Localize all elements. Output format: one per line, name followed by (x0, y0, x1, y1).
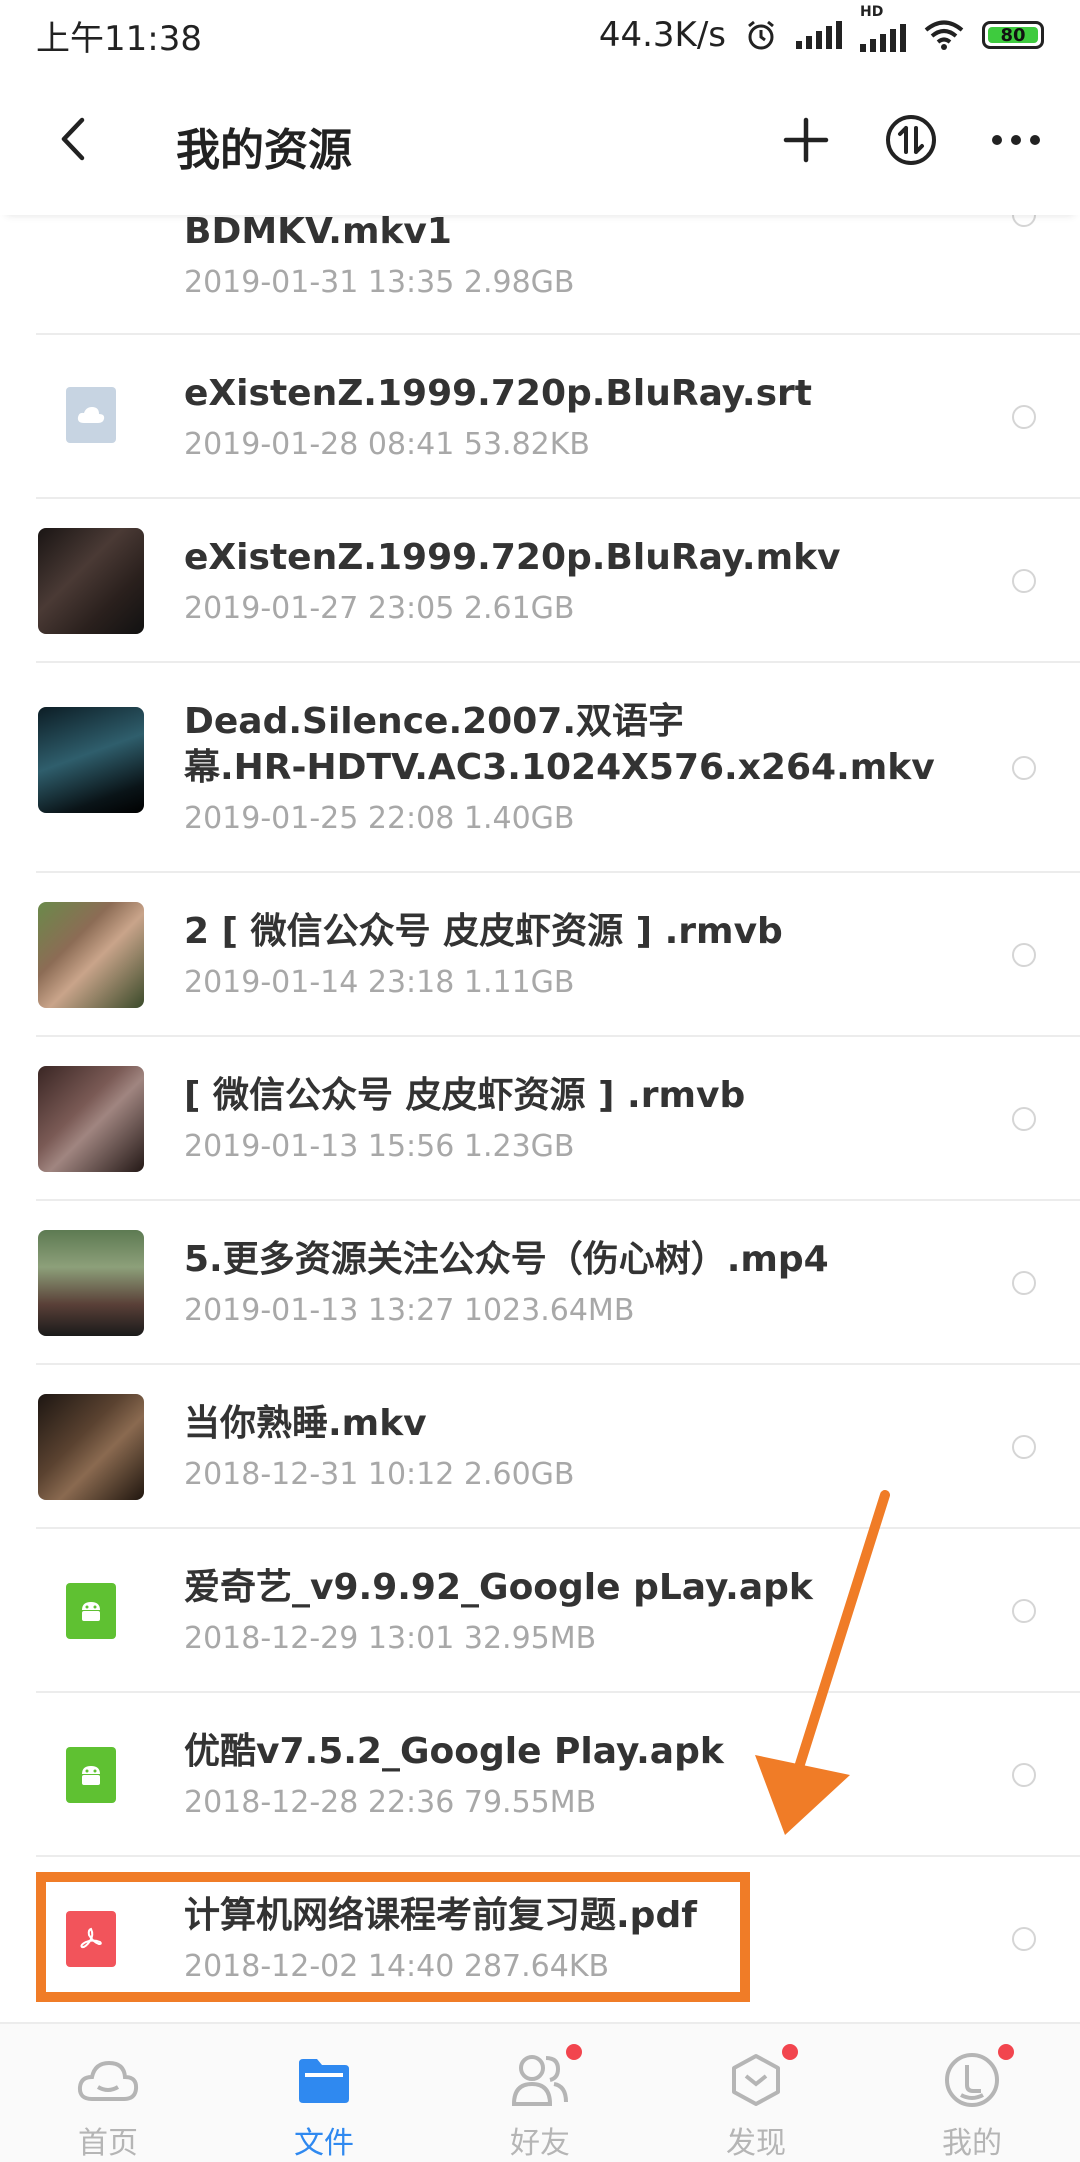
battery-level: 80 (1000, 24, 1026, 46)
file-meta: 2018-12-29 13:01 32.95MB (184, 1621, 597, 1656)
status-bar: 上午11:38 44.3K/s HD 80 (0, 0, 1080, 70)
nav-home[interactable]: 首页 (0, 2024, 216, 2162)
file-row[interactable]: eXistenZ.1999.720p.BluRay.mkv 2019-01-27… (36, 499, 1080, 663)
more-button[interactable] (986, 110, 1046, 170)
file-row[interactable]: 2 [ 微信公众号 皮皮虾资源 ] .rmvb 2019-01-14 23:18… (36, 873, 1080, 1037)
file-row[interactable]: 优酷v7.5.2_Google Play.apk 2018-12-28 22:3… (36, 1693, 1080, 1857)
file-meta: 2019-01-31 13:35 2.98GB (184, 265, 575, 300)
more-dots-icon (992, 135, 1040, 145)
folder-icon (292, 2050, 356, 2110)
nav-label: 发现 (726, 2126, 786, 2161)
nav-profile[interactable]: 我的 (864, 2024, 1080, 2162)
select-radio[interactable] (1012, 1763, 1036, 1787)
profile-icon (940, 2044, 1014, 2110)
nav-files[interactable]: 文件 (216, 2024, 432, 2162)
select-radio[interactable] (1012, 1271, 1036, 1295)
status-indicators: 44.3K/s HD 80 (598, 4, 1044, 55)
video-thumbnail (38, 902, 144, 1008)
file-name: 2 [ 微信公众号 皮皮虾资源 ] .rmvb (184, 911, 783, 952)
app-header: 我的资源 (0, 70, 1080, 215)
file-meta: 2019-01-13 13:27 1023.64MB (184, 1293, 635, 1328)
file-row[interactable]: BDMKV.mkv1 2019-01-31 13:35 2.98GB (36, 203, 1080, 335)
discover-icon (724, 2044, 798, 2110)
file-meta: 2018-12-31 10:12 2.60GB (184, 1457, 575, 1492)
transfer-button[interactable] (881, 110, 941, 170)
nav-label: 好友 (510, 2126, 570, 2161)
file-name: BDMKV.mkv1 (184, 211, 452, 252)
file-meta: 2019-01-13 15:56 1.23GB (184, 1129, 575, 1164)
file-meta: 2019-01-25 22:08 1.40GB (184, 801, 575, 836)
file-meta: 2019-01-27 23:05 2.61GB (184, 591, 575, 626)
file-name: Dead.Silence.2007.双语字 幕.HR-HDTV.AC3.1024… (184, 701, 935, 788)
nav-label: 我的 (942, 2126, 1002, 2161)
hd-signal-icon: HD (860, 4, 906, 52)
net-speed: 44.3K/s (598, 15, 726, 55)
file-row[interactable]: [ 微信公众号 皮皮虾资源 ] .rmvb 2019-01-13 15:56 1… (36, 1037, 1080, 1201)
annotation-arrow (755, 1490, 890, 1835)
hd-label: HD (860, 4, 884, 20)
select-radio[interactable] (1012, 943, 1036, 967)
video-thumbnail (38, 707, 144, 813)
highlight-box (36, 1872, 750, 2002)
status-time: 上午11:38 (36, 18, 202, 59)
select-radio[interactable] (1012, 405, 1036, 429)
nav-friends[interactable]: 好友 (432, 2024, 648, 2162)
transfer-icon (886, 115, 936, 165)
file-meta: 2018-12-28 22:36 79.55MB (184, 1785, 597, 1820)
video-thumbnail (38, 1230, 144, 1336)
page-title: 我的资源 (176, 125, 352, 176)
select-radio[interactable] (1012, 1107, 1036, 1131)
file-row[interactable]: eXistenZ.1999.720p.BluRay.srt 2019-01-28… (36, 335, 1080, 499)
select-radio[interactable] (1012, 569, 1036, 593)
select-radio[interactable] (1012, 1599, 1036, 1623)
file-name: [ 微信公众号 皮皮虾资源 ] .rmvb (184, 1075, 746, 1116)
add-button[interactable] (776, 110, 836, 170)
file-name: eXistenZ.1999.720p.BluRay.srt (184, 373, 812, 414)
cloud-file-icon (66, 387, 116, 443)
video-thumbnail (38, 1066, 144, 1172)
bottom-nav: 首页 文件 好友 发现 我的 (0, 2022, 1080, 2162)
cloud-home-icon (76, 2050, 140, 2110)
select-radio[interactable] (1012, 756, 1036, 780)
file-name: 5.更多资源关注公众号（伤心树）.mp4 (184, 1239, 829, 1280)
back-arrow-icon[interactable] (50, 114, 100, 164)
file-row[interactable]: 当你熟睡.mkv 2018-12-31 10:12 2.60GB (36, 1365, 1080, 1529)
notification-dot (998, 2044, 1014, 2060)
nav-discover[interactable]: 发现 (648, 2024, 864, 2162)
file-meta: 2019-01-28 08:41 53.82KB (184, 427, 591, 462)
select-radio[interactable] (1012, 1435, 1036, 1459)
file-name: 当你熟睡.mkv (184, 1403, 427, 1444)
android-apk-icon (66, 1583, 116, 1639)
video-thumbnail (38, 1394, 144, 1500)
nav-label: 文件 (294, 2126, 354, 2161)
file-meta: 2019-01-14 23:18 1.11GB (184, 965, 575, 1000)
file-row[interactable]: 5.更多资源关注公众号（伤心树）.mp4 2019-01-13 13:27 10… (36, 1201, 1080, 1365)
wifi-icon (924, 20, 964, 50)
android-apk-icon (66, 1747, 116, 1803)
file-row[interactable]: Dead.Silence.2007.双语字 幕.HR-HDTV.AC3.1024… (36, 663, 1080, 873)
notification-dot (782, 2044, 798, 2060)
plus-icon (783, 117, 829, 163)
friends-icon (508, 2044, 582, 2110)
file-row[interactable]: 爱奇艺_v9.9.92_Google pLay.apk 2018-12-29 1… (36, 1529, 1080, 1693)
signal-icon (796, 21, 842, 49)
battery-icon: 80 (982, 21, 1044, 49)
notification-dot (566, 2044, 582, 2060)
file-name: eXistenZ.1999.720p.BluRay.mkv (184, 537, 841, 578)
select-radio[interactable] (1012, 1927, 1036, 1951)
video-thumbnail (38, 528, 144, 634)
nav-label: 首页 (78, 2126, 138, 2161)
alarm-icon (748, 20, 774, 50)
